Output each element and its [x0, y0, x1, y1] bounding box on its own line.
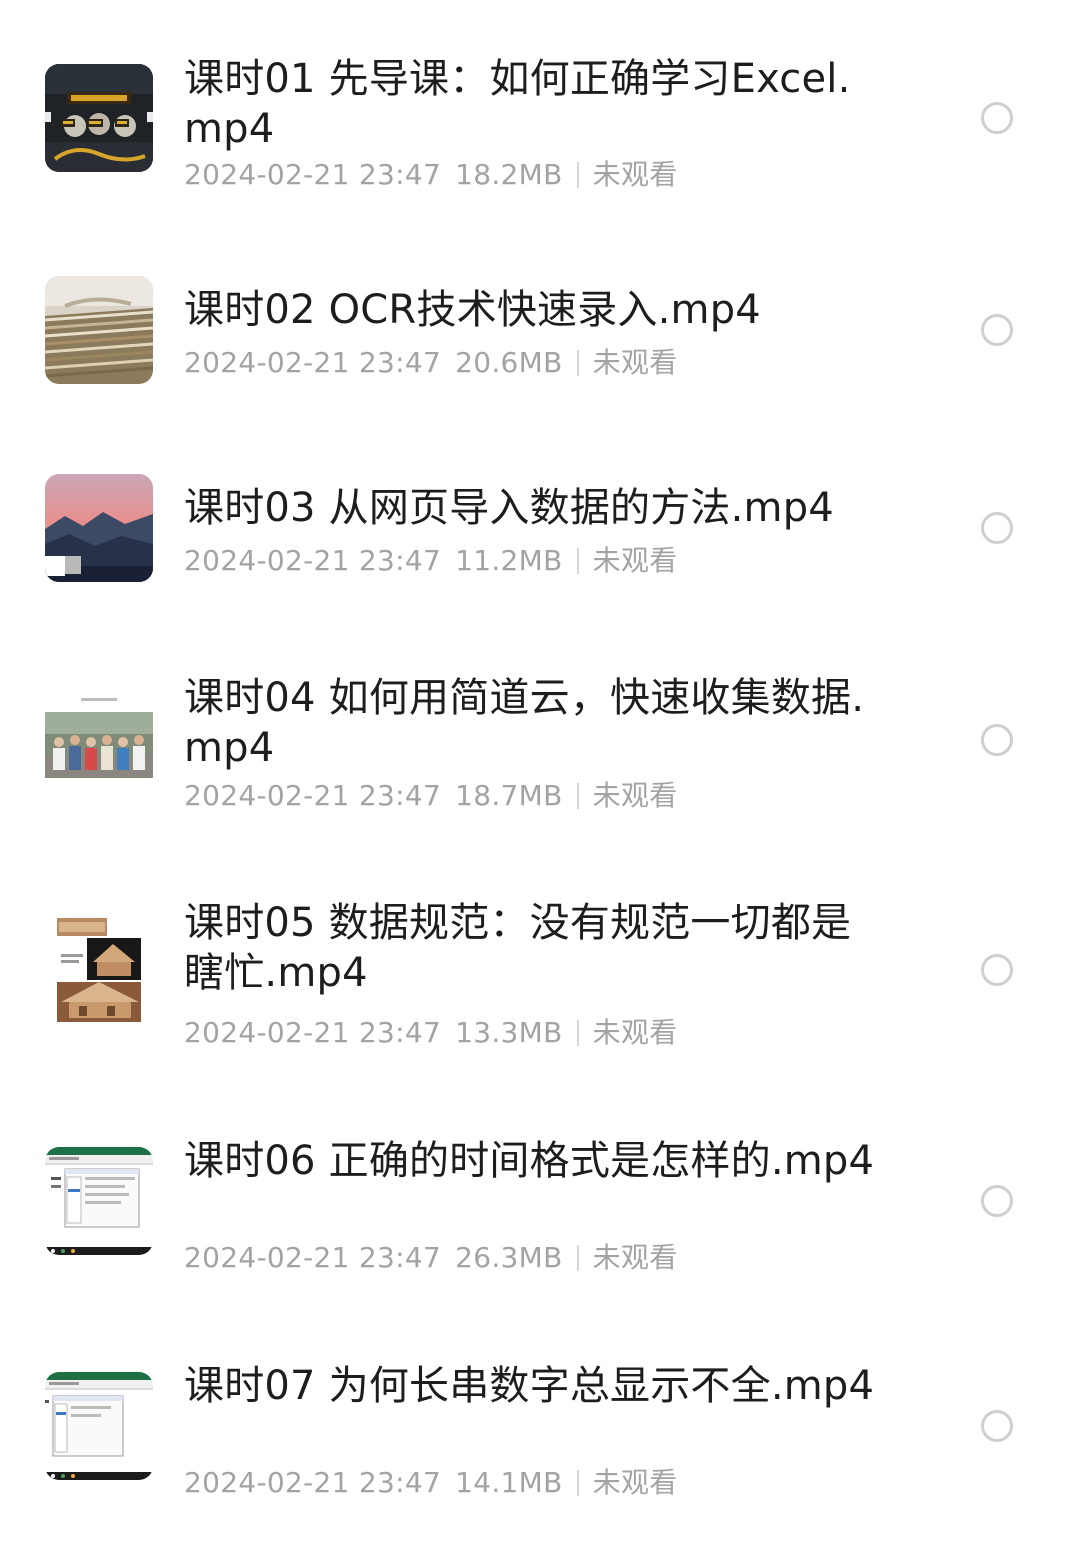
video-size: 18.2MB [455, 158, 563, 191]
select-radio-button[interactable] [981, 512, 1013, 544]
video-date: 2024-02-21 23:47 [184, 1016, 442, 1049]
meta-divider [576, 350, 579, 376]
video-title: 课时02 OCR技术快速录入.mp4 [184, 287, 761, 333]
video-meta: 2024-02-21 23:47 18.7MB 未观看 [184, 779, 678, 813]
video-title: 课时05 数据规范：没有规范一切都是瞎忙.mp4 [184, 900, 852, 996]
video-title: 课时06 正确的时间格式是怎样的.mp4 [184, 1138, 875, 1184]
meta-divider [576, 1020, 579, 1046]
video-date: 2024-02-21 23:47 [184, 1466, 442, 1499]
video-date: 2024-02-21 23:47 [184, 544, 442, 577]
watch-status: 未观看 [592, 779, 678, 812]
sunset-landscape-thumbnail-icon [45, 474, 153, 582]
video-date: 2024-02-21 23:47 [184, 346, 442, 379]
meta-divider [576, 783, 579, 809]
select-radio-button[interactable] [981, 102, 1013, 134]
presentation-thumbnail-icon [45, 64, 153, 172]
select-radio-button[interactable] [981, 954, 1013, 986]
watch-status: 未观看 [592, 544, 678, 577]
watch-status: 未观看 [592, 1016, 678, 1049]
video-title: 课时04 如何用简道云，快速收集数据.mp4 [184, 675, 865, 771]
video-size: 18.7MB [455, 779, 563, 812]
video-date: 2024-02-21 23:47 [184, 779, 442, 812]
video-title: 课时07 为何长串数字总显示不全.mp4 [184, 1363, 875, 1409]
meta-divider [576, 548, 579, 574]
select-radio-button[interactable] [981, 1185, 1013, 1217]
video-meta: 2024-02-21 23:47 14.1MB 未观看 [184, 1466, 678, 1500]
watch-status: 未观看 [592, 1241, 678, 1274]
select-radio-button[interactable] [981, 314, 1013, 346]
excel-window-thumbnail-icon [45, 1372, 153, 1480]
watch-status: 未观看 [592, 158, 678, 191]
video-size: 13.3MB [455, 1016, 563, 1049]
select-radio-button[interactable] [981, 1410, 1013, 1442]
meta-divider [576, 1245, 579, 1271]
video-size: 11.2MB [455, 544, 563, 577]
video-title: 课时01 先导课：如何正确学习Excel.mp4 [184, 56, 851, 152]
video-date: 2024-02-21 23:47 [184, 1241, 442, 1274]
meta-divider [576, 162, 579, 188]
meta-divider [576, 1470, 579, 1496]
paper-stack-thumbnail-icon [45, 276, 153, 384]
video-size: 20.6MB [455, 346, 563, 379]
excel-window-thumbnail-icon [45, 1147, 153, 1255]
video-meta: 2024-02-21 23:47 11.2MB 未观看 [184, 544, 678, 578]
video-date: 2024-02-21 23:47 [184, 158, 442, 191]
video-meta: 2024-02-21 23:47 26.3MB 未观看 [184, 1241, 678, 1275]
video-size: 26.3MB [455, 1241, 563, 1274]
video-size: 14.1MB [455, 1466, 563, 1499]
video-meta: 2024-02-21 23:47 20.6MB 未观看 [184, 346, 678, 380]
group-photo-thumbnail-icon [45, 686, 153, 794]
watch-status: 未观看 [592, 1466, 678, 1499]
video-meta: 2024-02-21 23:47 13.3MB 未观看 [184, 1016, 678, 1050]
watch-status: 未观看 [592, 346, 678, 379]
video-title: 课时03 从网页导入数据的方法.mp4 [184, 485, 834, 531]
select-radio-button[interactable] [981, 724, 1013, 756]
wooden-house-thumbnail-icon [45, 914, 153, 1022]
video-meta: 2024-02-21 23:47 18.2MB 未观看 [184, 158, 678, 192]
